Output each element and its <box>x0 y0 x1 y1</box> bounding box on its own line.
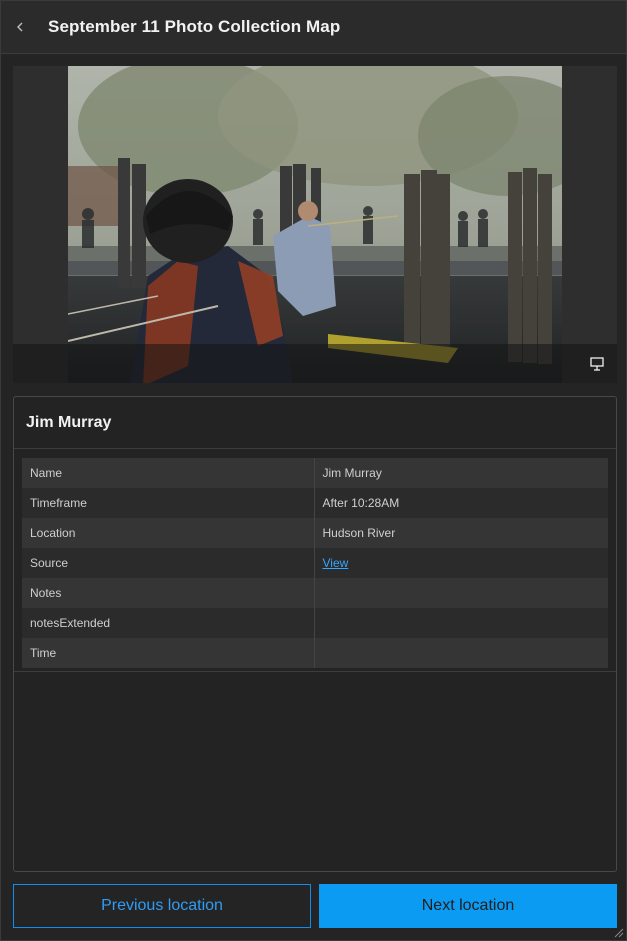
table-row: Timeframe After 10:28AM <box>22 488 608 518</box>
field-value <box>314 608 608 638</box>
attribute-table: Name Jim Murray Timeframe After 10:28AM … <box>22 458 608 668</box>
source-view-link[interactable]: View <box>323 556 349 570</box>
field-value <box>314 638 608 668</box>
feature-title: Jim Murray <box>14 397 616 449</box>
divider <box>14 671 616 672</box>
table-row: Source View <box>22 548 608 578</box>
back-button[interactable] <box>1 1 39 53</box>
field-name: Location <box>22 518 315 548</box>
page-title: September 11 Photo Collection Map <box>48 17 341 36</box>
presentation-icon[interactable] <box>589 356 605 372</box>
panel-header: September 11 Photo Collection Map <box>1 1 626 54</box>
field-name: Name <box>22 458 315 488</box>
photo-image <box>68 66 562 383</box>
field-name: Notes <box>22 578 315 608</box>
chevron-left-icon <box>17 22 23 32</box>
resize-grip-icon[interactable] <box>612 926 624 938</box>
table-row: Location Hudson River <box>22 518 608 548</box>
media-toolbar <box>13 344 617 383</box>
field-value: After 10:28AM <box>322 496 400 510</box>
field-name: Source <box>22 548 315 578</box>
field-value: Jim Murray <box>322 466 382 480</box>
table-row: Name Jim Murray <box>22 458 608 488</box>
field-value <box>314 578 608 608</box>
table-row: Time <box>22 638 608 668</box>
next-location-button[interactable]: Next location <box>319 884 617 928</box>
previous-location-button[interactable]: Previous location <box>13 884 311 928</box>
table-row: Notes <box>22 578 608 608</box>
table-row: notesExtended <box>22 608 608 638</box>
app-panel: September 11 Photo Collection Map Jim Mu… <box>0 0 627 941</box>
field-name: notesExtended <box>22 608 315 638</box>
field-name: Timeframe <box>22 488 315 518</box>
field-value: View <box>314 548 608 578</box>
field-value: Hudson River <box>322 526 396 540</box>
field-name: Time <box>22 638 315 668</box>
featured-photo[interactable] <box>68 66 562 383</box>
feature-card: Jim Murray Name Jim Murray Timeframe Aft… <box>13 396 617 872</box>
media-viewer <box>13 66 617 383</box>
